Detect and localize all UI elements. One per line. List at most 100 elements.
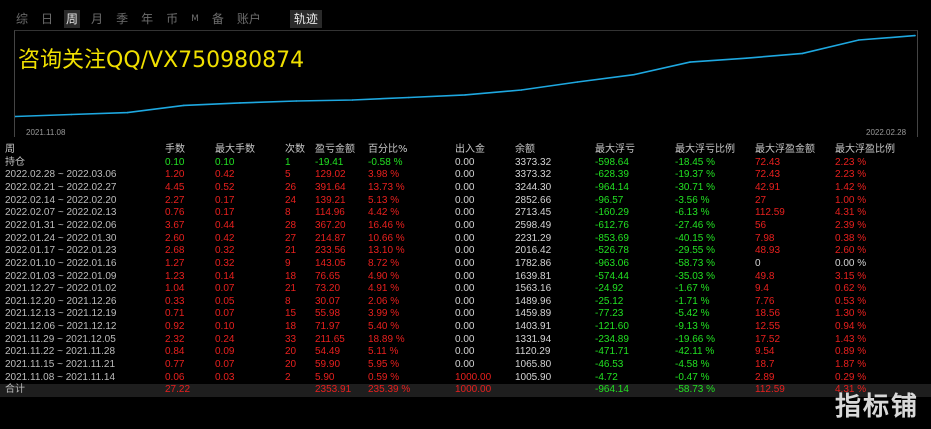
table-row: 2021.12.27 ~ 2022.01.02 1.04 0.07 21 73.20 4.… — [0, 283, 931, 296]
equity-point-7 — [408, 96, 410, 99]
cell-余额: 2231.29 — [515, 232, 552, 244]
cell-最大浮亏: -24.92 — [595, 283, 624, 295]
cell-周: 周 — [5, 144, 15, 155]
tab-0[interactable]: 综 — [14, 10, 30, 28]
cell-最大浮盈比例: 1.43 % — [835, 333, 867, 345]
cell-手数: 2.27 — [165, 194, 185, 206]
cell-周: 持仓 — [5, 156, 25, 168]
cell-最大浮盈金额: 112.59 — [755, 384, 785, 396]
cell-最大浮盈金额: 最大浮盈金额 — [755, 144, 815, 155]
cell-次数: 2 — [285, 371, 291, 383]
cell-最大浮亏比例: -3.56 % — [675, 194, 710, 206]
table-row: 2021.11.08 ~ 2021.11.14 0.06 0.03 2 5.90 0.59… — [0, 372, 931, 385]
tab-5[interactable]: 年 — [139, 10, 155, 28]
cell-出入金: 0.00 — [455, 207, 475, 219]
tab-9[interactable]: 账户 — [235, 10, 263, 28]
cell-出入金: 0.00 — [455, 219, 475, 231]
cell-手数: 0.84 — [165, 346, 185, 358]
cell-最大手数: 0.10 — [215, 156, 235, 168]
cell-最大手数: 0.17 — [215, 194, 235, 206]
cell-最大浮亏: -234.89 — [595, 333, 629, 345]
cell-最大手数: 0.42 — [215, 169, 235, 181]
cell-最大手数: 0.09 — [215, 346, 235, 358]
tab-1[interactable]: 日 — [39, 10, 55, 28]
tab-4[interactable]: 季 — [114, 10, 130, 28]
cell-最大浮亏比例: -42.11 % — [675, 346, 715, 358]
chart-end-date: 2022.02.28 — [866, 128, 907, 137]
equity-point-15 — [858, 39, 860, 41]
cell-余额: 1331.94 — [515, 333, 552, 345]
table-row: 2022.02.28 ~ 2022.03.06 1.20 0.42 5 129.02 3.… — [0, 169, 931, 182]
cell-盈亏金额: 233.56 — [315, 245, 346, 257]
cell-最大浮盈比例: 最大浮盈比例 — [835, 144, 895, 155]
cell-出入金: 1000.00 — [455, 371, 492, 383]
cell-盈亏金额: 54.49 — [315, 346, 341, 358]
tab-6[interactable]: 币 — [164, 10, 180, 28]
tab-trajectory[interactable]: 轨迹 — [289, 10, 322, 28]
cell-余额: 1563.16 — [515, 283, 552, 295]
cell-出入金: 0.00 — [455, 232, 475, 244]
cell-手数: 2.60 — [165, 232, 185, 244]
tab-7[interactable]: M — [189, 10, 201, 28]
cell-盈亏金额: 76.65 — [315, 270, 341, 282]
cell-盈亏金额: 367.20 — [315, 219, 346, 231]
cell-最大浮盈比例: 2.23 % — [835, 156, 867, 168]
cell-最大浮盈金额: 7.76 — [755, 295, 775, 307]
equity-point-8 — [464, 94, 466, 96]
cell-余额: 1459.89 — [515, 308, 552, 320]
cell-周: 2022.01.31 ~ 2022.02.06 — [5, 219, 117, 231]
cell-百分比%: 4.42 % — [368, 207, 400, 219]
cell-周: 2022.01.24 ~ 2022.01.30 — [5, 232, 117, 244]
equity-point-6 — [351, 99, 354, 101]
cell-最大浮亏比例: -58.73 % — [675, 257, 716, 269]
cell-手数: 手数 — [165, 144, 185, 155]
cell-百分比%: 5.95 % — [368, 359, 400, 371]
cell-最大浮亏比例: 最大浮亏比例 — [675, 144, 735, 155]
cell-最大浮盈比例: 3.15 % — [835, 270, 867, 282]
equity-point-11 — [633, 73, 635, 76]
cell-最大浮亏: -574.44 — [595, 270, 629, 282]
cell-次数: 8 — [285, 207, 291, 219]
cell-出入金: 0.00 — [455, 359, 475, 371]
cell-余额: 1065.80 — [515, 359, 552, 371]
cell-最大手数: 最大手数 — [215, 144, 255, 155]
cell-百分比%: 3.99 % — [368, 308, 400, 320]
cell-手数: 1.27 — [165, 257, 185, 269]
cell-百分比%: 3.98 % — [368, 169, 400, 181]
cell-最大浮亏比例: -0.47 % — [675, 371, 710, 383]
table-row: 2021.12.13 ~ 2021.12.19 0.71 0.07 15 55.98 3.… — [0, 308, 931, 321]
cell-最大浮亏: -964.14 — [595, 181, 629, 193]
cell-出入金: 0.00 — [455, 257, 475, 269]
cell-周: 2021.12.13 ~ 2021.12.19 — [5, 308, 117, 320]
cell-余额: 1782.86 — [515, 257, 552, 269]
table-header: 周 手数 最大手数 次数 盈亏金额 百分比% 出入金 余额 最大浮亏 最大浮亏比例 最大浮盈金额 最大… — [0, 144, 931, 157]
cell-最大浮亏比例: -19.66 % — [675, 333, 716, 345]
tab-3[interactable]: 月 — [89, 10, 105, 28]
cell-最大浮盈金额: 49.8 — [755, 270, 775, 282]
cell-百分比%: 13.10 % — [368, 245, 405, 257]
table-row: 2022.01.03 ~ 2022.01.09 1.23 0.14 18 76.65 4.… — [0, 271, 931, 284]
tab-8[interactable]: 备 — [210, 10, 226, 28]
tab-2[interactable]: 周 — [64, 10, 81, 28]
cell-最大浮亏: 最大浮亏 — [595, 144, 635, 155]
table-row: 2021.11.15 ~ 2021.11.21 0.77 0.07 20 59.90 5.… — [0, 359, 931, 372]
cell-周: 2022.01.17 ~ 2022.01.23 — [5, 245, 117, 257]
cell-余额: 2713.45 — [515, 207, 552, 219]
cell-最大浮盈金额: 9.4 — [755, 283, 769, 295]
cell-余额: 3373.32 — [515, 169, 552, 181]
cell-周: 2021.11.08 ~ 2021.11.14 — [5, 371, 116, 383]
cell-周: 2022.01.10 ~ 2022.01.16 — [5, 257, 117, 269]
cell-手数: 0.06 — [165, 371, 185, 383]
cell-最大浮亏比例: -19.37 % — [675, 169, 716, 181]
cell-最大浮盈金额: 27 — [755, 194, 767, 206]
cell-最大浮盈比例: 4.31 % — [835, 207, 867, 219]
cell-手数: 0.10 — [165, 156, 185, 168]
cell-最大浮盈金额: 7.98 — [755, 232, 775, 244]
cell-最大浮亏比例: -4.58 % — [675, 359, 710, 371]
cell-百分比%: 18.89 % — [368, 333, 405, 345]
cell-盈亏金额: 114.96 — [315, 207, 345, 219]
cell-最大浮亏比例: -35.03 % — [675, 270, 716, 282]
cell-手数: 0.76 — [165, 207, 185, 219]
cell-次数: 27 — [285, 232, 297, 244]
cell-周: 2022.01.03 ~ 2022.01.09 — [5, 270, 117, 282]
